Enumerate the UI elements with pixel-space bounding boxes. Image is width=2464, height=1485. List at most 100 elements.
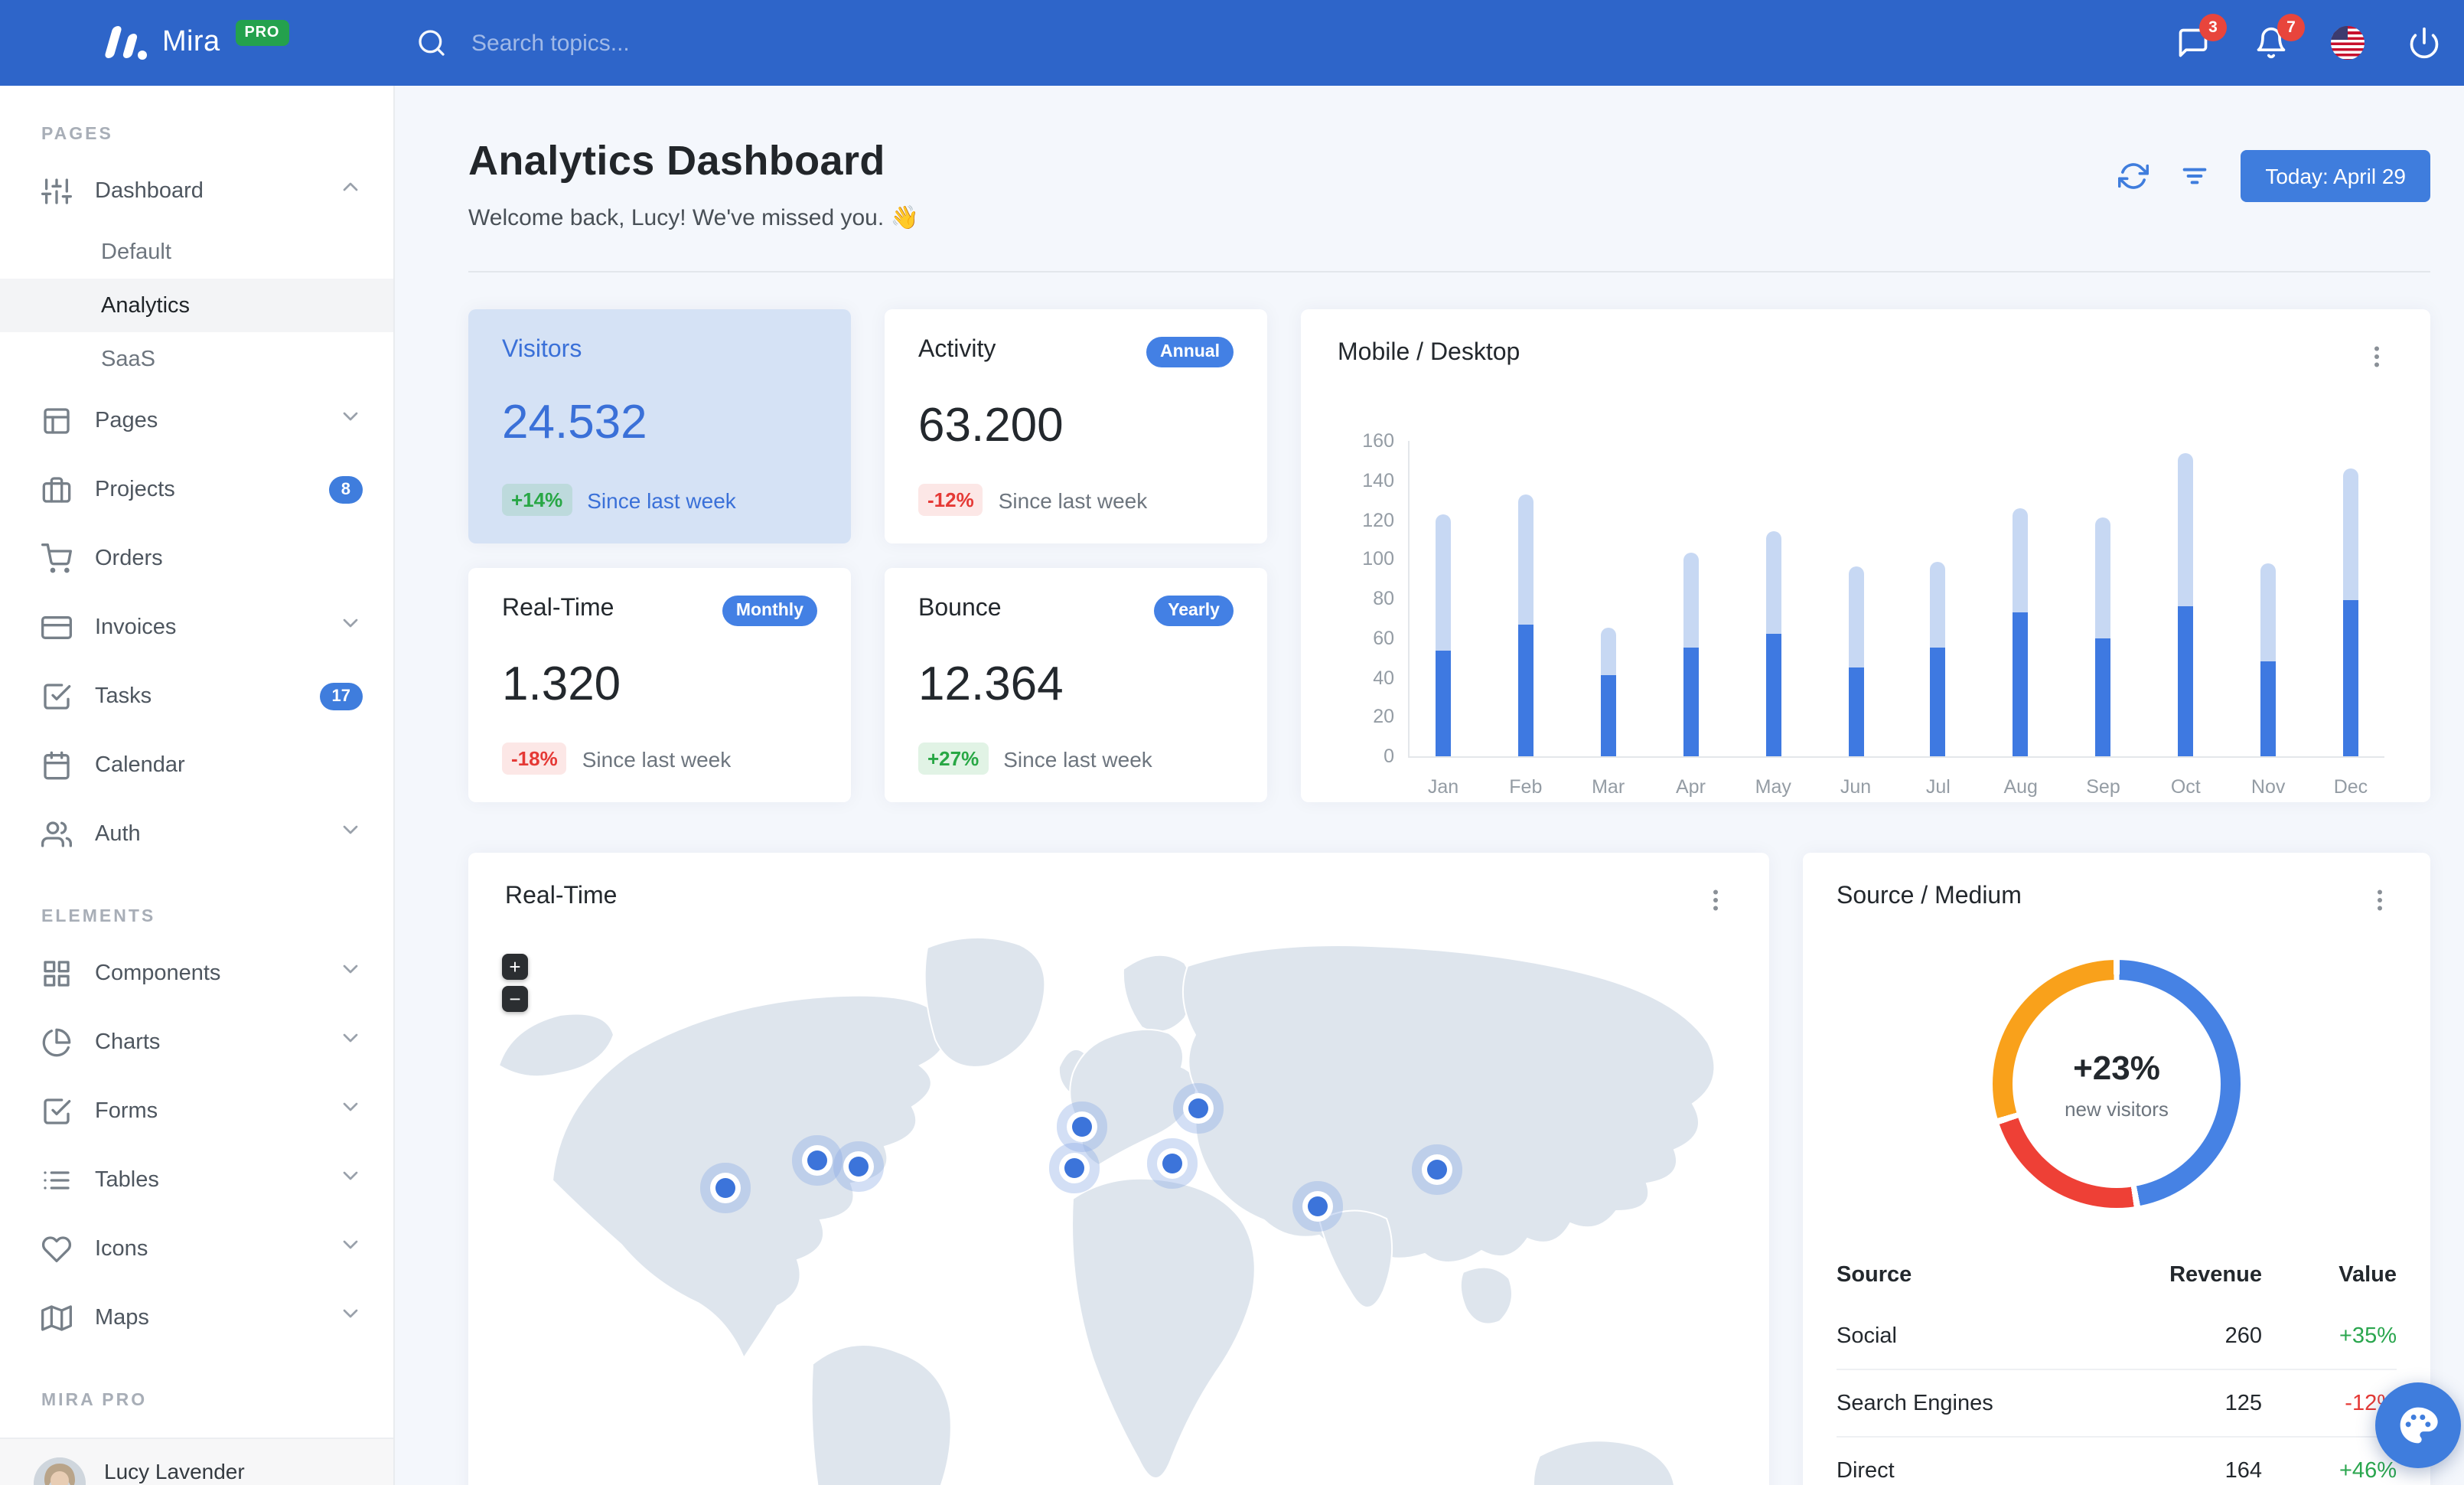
sign-out-button[interactable] [2406, 24, 2443, 61]
period-pill[interactable]: Yearly [1154, 596, 1234, 626]
sidebar-item-charts[interactable]: Charts [0, 1007, 393, 1076]
avatar [34, 1457, 86, 1485]
realtime-map-card: Real-Time + − [468, 853, 1769, 1485]
sidebar-item-projects[interactable]: Projects 8 [0, 455, 393, 524]
chevron-down-icon [343, 1309, 358, 1318]
map-visitor-marker[interactable] [715, 1178, 735, 1198]
sidebar-item-invoices[interactable]: Invoices [0, 592, 393, 661]
theme-settings-fab[interactable] [2375, 1382, 2461, 1468]
top-navbar: Mira PRO 3 7 [0, 0, 2464, 86]
pie-chart-icon [42, 1027, 71, 1056]
map-visitor-marker[interactable] [1188, 1098, 1208, 1118]
filter-icon [2182, 168, 2207, 184]
bar-segment-desktop [2260, 563, 2277, 662]
chevron-up-icon [343, 182, 358, 191]
bar-segment-mobile [2342, 600, 2358, 756]
map-visitor-marker[interactable] [1427, 1160, 1447, 1180]
today-button[interactable]: Today: April 29 [2241, 150, 2430, 202]
visitors-card: Visitors 24.532 +14% Since last week [468, 309, 851, 543]
sidebar-section-label: ELEMENTS [41, 908, 156, 926]
sidebar-subitem-default[interactable]: Default [0, 225, 393, 279]
layout-icon [44, 407, 70, 433]
map-visitor-marker[interactable] [1064, 1158, 1084, 1178]
stat-title: Bounce [918, 596, 1002, 622]
topbar-search[interactable] [416, 0, 872, 86]
navbar-actions: 3 7 [2175, 0, 2443, 86]
sidebar-item-dashboard[interactable]: Dashboard [0, 156, 393, 225]
sidebar-user[interactable]: Lucy Lavender UX Designer [0, 1438, 393, 1485]
x-axis-label: Jun [1840, 776, 1872, 798]
stat-caption: Since last week [998, 488, 1148, 512]
grid-icon [44, 960, 70, 986]
mira-logo-icon [103, 24, 147, 61]
sidebar-subitem-saas[interactable]: SaaS [0, 332, 393, 386]
sidebar-item-label: Projects [95, 477, 175, 501]
period-pill[interactable]: Annual [1146, 337, 1234, 367]
bar-aug: Aug [2003, 441, 2038, 798]
y-axis-tick: 160 [1362, 430, 1394, 452]
kebab-menu-icon[interactable] [1699, 883, 1732, 917]
sidebar-item-maps[interactable]: Maps [0, 1283, 393, 1352]
us-flag-icon[interactable] [2331, 26, 2365, 60]
x-axis-label: Apr [1675, 776, 1706, 798]
sidebar-item-calendar[interactable]: Calendar [0, 730, 393, 799]
refresh-button[interactable] [2118, 161, 2149, 191]
chevron-down-icon [343, 1033, 358, 1043]
list-icon [44, 1170, 70, 1189]
source-table-row: Search Engines 125 -12% [1837, 1369, 2397, 1436]
refresh-icon [2118, 163, 2149, 189]
sidebar-subitem-analytics[interactable]: Analytics [0, 279, 393, 332]
delta-badge: -12% [918, 484, 983, 516]
source-medium-card: Source / Medium +23% new visitors Source… [1803, 853, 2430, 1485]
user-name: Lucy Lavender [104, 1458, 245, 1483]
map-visitor-marker[interactable] [849, 1157, 869, 1177]
brand[interactable]: Mira PRO [0, 19, 289, 61]
sidebar-item-tasks[interactable]: Tasks 17 [0, 661, 393, 730]
sidebar-section-label: PAGES [41, 126, 113, 144]
sidebar-item-orders[interactable]: Orders [0, 524, 393, 592]
kebab-menu-icon[interactable] [2363, 883, 2397, 917]
sidebar-item-icons[interactable]: Icons [0, 1214, 393, 1283]
bar-oct: Oct [2171, 441, 2201, 798]
x-axis-label: Oct [2170, 776, 2201, 798]
map-visitor-marker[interactable] [1162, 1154, 1182, 1173]
map-visitor-marker[interactable] [1072, 1117, 1092, 1137]
world-map[interactable] [468, 920, 1769, 1485]
search-input[interactable] [468, 28, 872, 57]
bar-segment-desktop [2178, 452, 2194, 607]
y-axis-tick: 20 [1373, 706, 1394, 728]
map-visitor-marker[interactable] [1308, 1196, 1328, 1216]
bar-segment-desktop [2095, 517, 2111, 638]
sidebar-item-forms[interactable]: Forms [0, 1076, 393, 1145]
y-axis-tick: 0 [1384, 746, 1394, 767]
sidebar-item-label: Calendar [95, 752, 185, 777]
sidebar-item-auth[interactable]: Auth [0, 799, 393, 868]
messages-button[interactable]: 3 [2175, 14, 2227, 61]
world-map-svg [497, 936, 1716, 1485]
notifications-button[interactable]: 7 [2253, 14, 2305, 61]
x-axis-label: Jan [1427, 776, 1459, 798]
filter-button[interactable] [2179, 161, 2210, 191]
calendar-icon [44, 750, 70, 779]
kebab-menu-icon[interactable] [2360, 340, 2394, 374]
realtime-stat-card: Real-Time Monthly 1.320 -18% Since last … [468, 568, 851, 802]
stat-caption: Since last week [587, 488, 736, 512]
sidebar-item-label: Auth [95, 821, 141, 846]
page-title: Analytics Dashboard [468, 138, 885, 184]
map-zoom-in-button[interactable]: + [502, 954, 528, 980]
sidebar-item-tables[interactable]: Tables [0, 1145, 393, 1214]
source-cell: Social [1837, 1323, 1897, 1348]
bar-jul: Jul [1926, 441, 1951, 798]
sidebar-item-components[interactable]: Components [0, 938, 393, 1007]
sidebar-item-label: Charts [95, 1030, 161, 1054]
sidebar-item-pages[interactable]: Pages [0, 386, 393, 455]
stat-title: Real-Time [502, 596, 614, 622]
bar-segment-mobile [1517, 624, 1533, 756]
map-zoom-out-button[interactable]: − [502, 986, 528, 1012]
y-axis-tick: 60 [1373, 627, 1394, 649]
period-pill[interactable]: Monthly [722, 596, 817, 626]
bar-mar: Mar [1592, 441, 1625, 798]
sidebar-item-label: Pages [95, 408, 158, 432]
map-visitor-marker[interactable] [807, 1150, 827, 1170]
col-revenue: Revenue [2169, 1263, 2262, 1288]
